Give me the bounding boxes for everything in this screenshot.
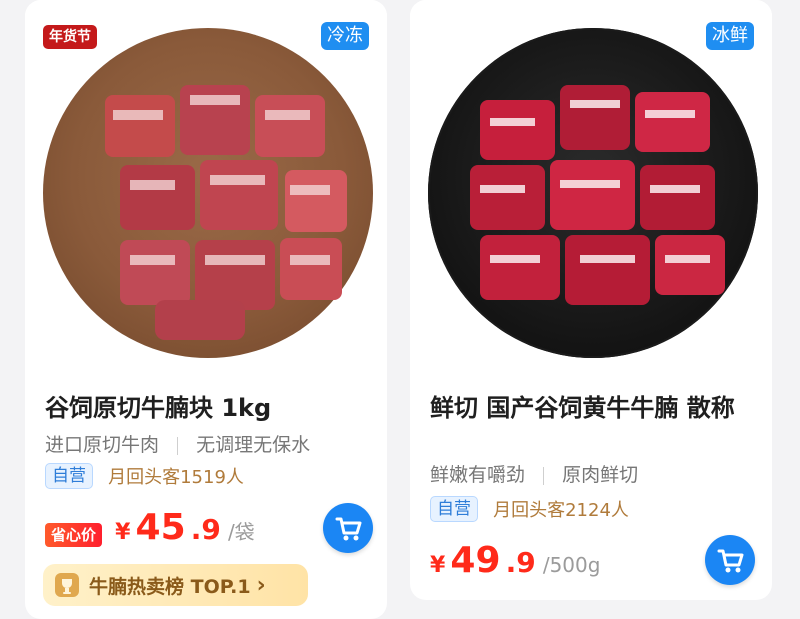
self-operated-badge: 自营 — [45, 463, 93, 489]
price-row: ¥ 49 .9 /500g — [430, 540, 600, 582]
product-image[interactable]: 冰鲜 — [410, 0, 772, 370]
add-to-cart-button[interactable] — [323, 503, 373, 553]
product-image[interactable]: 年货节 冷冻 — [25, 0, 387, 370]
subtitle-divider — [543, 466, 545, 485]
cart-icon — [335, 517, 362, 541]
product-subtitle: 鲜嫩有嚼劲 原肉鲜切 — [430, 462, 638, 488]
price-row: 省心价 ¥ 45 .9 /袋 — [45, 507, 255, 549]
subtitle-divider — [177, 436, 179, 455]
product-subtitle: 进口原切牛肉 无调理无保水 — [45, 432, 310, 458]
price-unit: /袋 — [227, 520, 255, 544]
self-operated-badge: 自营 — [430, 496, 478, 522]
chevron-right-icon: › — [256, 572, 266, 598]
product-card-brisket-frozen[interactable]: 年货节 冷冻 谷饲原切牛腩块 1kg 进口原切牛肉 无调理无保水 自营 月回头客… — [25, 0, 387, 619]
product-title[interactable]: 谷饲原切牛腩块 1kg — [45, 390, 370, 426]
subtitle-left: 鲜嫩有嚼劲 — [430, 464, 526, 486]
bestseller-rank-banner[interactable]: 牛腩热卖榜 TOP.1 › — [43, 564, 308, 606]
storage-tag: 冷冻 — [321, 22, 369, 50]
badge-row: 自营 月回头客1519人 — [45, 463, 244, 491]
product-card-brisket-chilled[interactable]: 冰鲜 鲜切 国产谷饲黄牛牛腩 散称 鲜嫩有嚼劲 原肉鲜切 自营 月回头客2124… — [410, 0, 772, 600]
promo-price-label: 省心价 — [45, 522, 103, 547]
price-decimal: .9 — [190, 513, 221, 546]
meat-cubes-illustration — [105, 85, 347, 340]
storage-tag: 冰鲜 — [706, 22, 754, 50]
price-currency: ¥ — [115, 520, 131, 545]
subtitle-left: 进口原切牛肉 — [45, 434, 160, 456]
festival-tag: 年货节 — [43, 25, 97, 49]
returning-customers: 月回头客1519人 — [108, 467, 244, 488]
cart-icon — [717, 549, 744, 573]
subtitle-right: 无调理无保水 — [196, 434, 311, 456]
price-currency: ¥ — [430, 553, 446, 578]
price-integer: 45 — [135, 507, 186, 548]
badge-row: 自营 月回头客2124人 — [430, 496, 629, 524]
product-title[interactable]: 鲜切 国产谷饲黄牛牛腩 散称 — [430, 390, 755, 426]
returning-customers: 月回头客2124人 — [493, 500, 629, 521]
rank-text: 牛腩热卖榜 TOP.1 — [89, 575, 251, 598]
price-decimal: .9 — [505, 546, 536, 579]
add-to-cart-button[interactable] — [705, 535, 755, 585]
subtitle-right: 原肉鲜切 — [562, 464, 639, 486]
price-integer: 49 — [450, 540, 501, 581]
trophy-icon — [55, 573, 79, 597]
meat-cubes-illustration — [470, 85, 725, 305]
price-unit: /500g — [542, 553, 601, 577]
